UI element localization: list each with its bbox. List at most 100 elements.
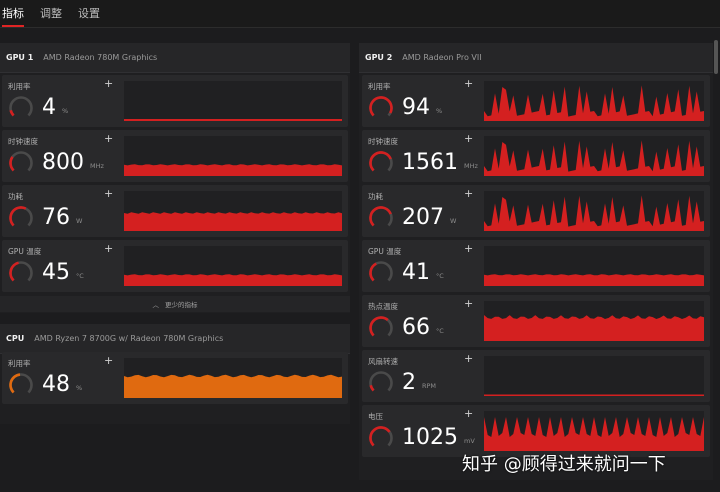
gauge-icon: [369, 261, 393, 282]
tab-settings[interactable]: 设置: [78, 5, 100, 27]
gauge-fill: [369, 384, 375, 392]
metric-value: 4: [42, 95, 56, 120]
gpu1-metric-card: 利用率 +4%: [2, 75, 348, 127]
metric-unit: W: [450, 217, 457, 225]
gauge-track: [9, 96, 33, 117]
cpu-header: CPU AMD Ryzen 7 8700G w/ Radeon 780M Gra…: [0, 324, 350, 354]
metric-sparkline: [484, 195, 704, 231]
gauge-fill: [9, 156, 15, 172]
metric-unit: W: [76, 217, 83, 225]
metric-unit: °C: [436, 327, 444, 335]
metric-value: 2: [402, 370, 416, 395]
gauge-fill: [9, 261, 19, 282]
metric-label: GPU 温度: [368, 247, 402, 256]
metric-sparkline: [484, 315, 704, 341]
sparkline-area: [484, 274, 704, 286]
metric-label: 功耗: [368, 192, 383, 201]
gauge-fill: [369, 316, 389, 337]
gauge-icon: [369, 206, 393, 227]
metric-sparkline: [124, 164, 342, 176]
collapse-metrics-button[interactable]: ︿ 更少的指标: [0, 296, 350, 312]
gauge-icon: [9, 151, 33, 172]
gpu2-metric-card: 利用率 +94%: [362, 75, 710, 127]
metric-sparkline: [484, 417, 704, 451]
tab-tuning[interactable]: 调整: [40, 5, 62, 27]
gpu2-header: GPU 2 AMD Radeon Pro VII: [359, 43, 713, 73]
metric-value: 45: [42, 260, 70, 285]
tab-metrics[interactable]: 指标: [2, 5, 24, 27]
sparkline-area: [484, 195, 704, 231]
metric-label: 利用率: [8, 359, 31, 368]
metric-chart: [484, 301, 704, 341]
metric-label: 时钟速度: [368, 137, 398, 146]
metric-unit: mV: [464, 437, 475, 445]
scrollbar[interactable]: [714, 40, 718, 74]
metric-unit: %: [436, 107, 443, 115]
metric-chart: [484, 411, 704, 451]
add-metric-icon[interactable]: +: [464, 352, 473, 365]
sparkline-area: [124, 119, 342, 121]
metric-sparkline: [484, 140, 704, 176]
metric-label: 风扇转速: [368, 357, 398, 366]
metric-sparkline: [484, 394, 704, 396]
add-metric-icon[interactable]: +: [464, 297, 473, 310]
add-metric-icon[interactable]: +: [104, 242, 113, 255]
metric-label: 电压: [368, 412, 383, 421]
add-metric-icon[interactable]: +: [104, 132, 113, 145]
add-metric-icon[interactable]: +: [464, 407, 473, 420]
gauge-fill: [369, 426, 391, 447]
metric-sparkline: [124, 274, 342, 286]
metric-value: 1561: [402, 150, 458, 175]
gpu2-metric-card: GPU 温度 +41 °C: [362, 240, 710, 292]
sparkline-area: [124, 374, 342, 398]
metric-chart: [124, 81, 342, 121]
metric-label: 利用率: [368, 82, 391, 91]
top-tab-bar: 指标 调整 设置: [0, 0, 720, 28]
gauge-icon: [9, 261, 33, 282]
metric-value: 207: [402, 205, 444, 230]
gauge-track: [369, 371, 393, 392]
gauge-icon: [9, 373, 33, 394]
cpu-desc: AMD Ryzen 7 8700G w/ Radeon 780M Graphic…: [34, 334, 224, 343]
add-metric-icon[interactable]: +: [464, 187, 473, 200]
gauge-icon: [369, 316, 393, 337]
collapse-label: 更少的指标: [165, 301, 198, 309]
metric-chart: [484, 356, 704, 396]
metric-sparkline: [484, 274, 704, 286]
add-metric-icon[interactable]: +: [104, 354, 113, 367]
metric-unit: RPM: [422, 382, 437, 390]
metric-chart: [484, 191, 704, 231]
gauge-fill: [369, 151, 392, 172]
metric-chart: [124, 246, 342, 286]
gpu2-metric-card: 时钟速度 +1561 MHz: [362, 130, 710, 182]
metric-sparkline: [124, 119, 342, 121]
add-metric-icon[interactable]: +: [464, 242, 473, 255]
gauge-fill: [9, 206, 27, 227]
metric-value: 1025: [402, 425, 458, 450]
metric-value: 76: [42, 205, 70, 230]
metric-chart: [124, 191, 342, 231]
metric-unit: %: [76, 384, 83, 392]
metric-sparkline: [124, 374, 342, 398]
add-metric-icon[interactable]: +: [464, 132, 473, 145]
gpu2-metric-card: 功耗 +207 W: [362, 185, 710, 237]
gauge-icon: [369, 96, 393, 117]
metric-value: 48: [42, 372, 70, 397]
add-metric-icon[interactable]: +: [464, 77, 473, 90]
sparkline-area: [124, 274, 342, 286]
metric-sparkline: [124, 212, 342, 231]
sparkline-area: [484, 394, 704, 396]
metric-label: 时钟速度: [8, 137, 38, 146]
cpu-metric-card: 利用率 +48%: [2, 352, 348, 404]
sparkline-area: [124, 212, 342, 231]
metric-value: 41: [402, 260, 430, 285]
chevron-up-icon: ︿: [152, 301, 160, 309]
add-metric-icon[interactable]: +: [104, 77, 113, 90]
gpu2-name: GPU 2: [365, 53, 393, 62]
add-metric-icon[interactable]: +: [104, 187, 113, 200]
gauge-fill: [9, 109, 15, 117]
gpu1-name: GPU 1: [6, 53, 34, 62]
metric-value: 94: [402, 95, 430, 120]
metric-unit: MHz: [464, 162, 478, 170]
gauge-icon: [9, 206, 33, 227]
